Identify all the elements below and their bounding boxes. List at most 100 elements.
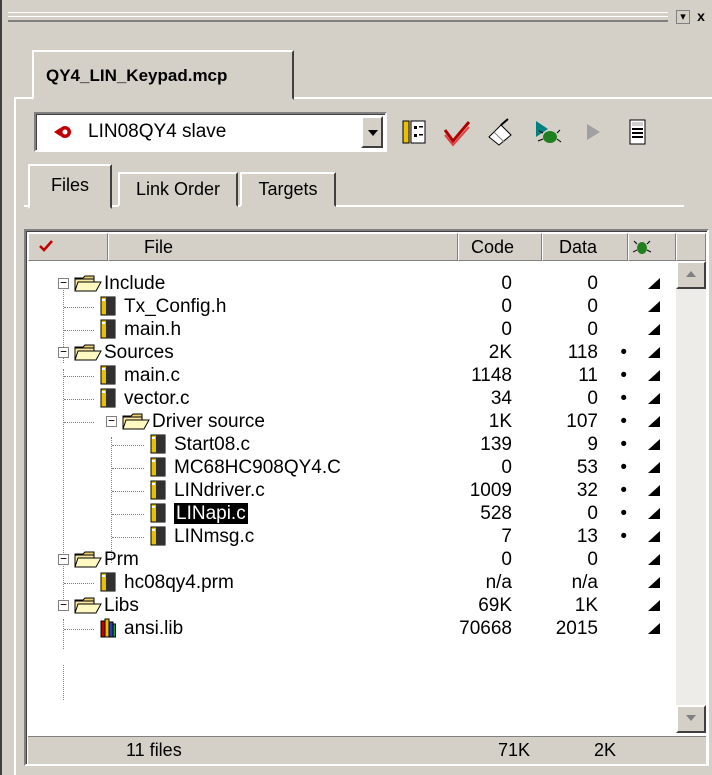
close-button[interactable]: x: [694, 9, 708, 24]
tree-line: [63, 665, 64, 700]
row-code: 528: [480, 503, 512, 524]
tab-files-label: Files: [50, 175, 89, 195]
row-name: ansi.lib: [124, 618, 184, 639]
collapse-icon[interactable]: −: [58, 553, 69, 565]
tree-row[interactable]: main.c 1148 11 •: [52, 365, 672, 387]
row-menu-icon[interactable]: [648, 577, 661, 589]
row-data: 0: [587, 503, 598, 524]
check-syntax-icon[interactable]: [442, 117, 472, 147]
tab-files[interactable]: Files: [28, 164, 112, 209]
file-icon: [100, 319, 116, 339]
tree-row[interactable]: − Sources 2K 118 •: [52, 342, 672, 364]
row-code: 7: [501, 526, 512, 547]
tree-row[interactable]: LINdriver.c 1009 32 •: [52, 480, 672, 502]
row-code: 1148: [471, 365, 512, 386]
tree-row[interactable]: hc08qy4.prm n/a n/a: [52, 572, 672, 594]
row-menu-icon[interactable]: [648, 301, 661, 313]
row-name: Sources: [104, 342, 174, 363]
tab-targets[interactable]: Targets: [240, 172, 336, 207]
tree-row-selected[interactable]: LINapi.c 528 0 •: [52, 503, 672, 525]
row-data: 107: [566, 411, 598, 432]
row-menu-icon[interactable]: [648, 600, 661, 612]
row-name: MC68HC908QY4.C: [174, 457, 341, 478]
row-dot: •: [620, 526, 627, 547]
row-menu-icon[interactable]: [648, 508, 661, 520]
tree-row[interactable]: main.h 0 0: [52, 319, 672, 341]
folder-icon: [74, 344, 102, 361]
tree-row[interactable]: − Driver source 1K 107 •: [52, 411, 672, 433]
row-data: 9: [587, 434, 598, 455]
row-data: n/a: [571, 572, 598, 593]
column-data-label: Data: [559, 237, 598, 257]
row-menu-icon[interactable]: [648, 370, 661, 382]
row-code: 0: [501, 549, 512, 570]
row-code: 34: [490, 388, 512, 409]
row-menu-icon[interactable]: [648, 623, 661, 635]
row-menu-icon[interactable]: [648, 554, 661, 566]
row-name: Tx_Config.h: [124, 296, 227, 317]
row-name: LINmsg.c: [174, 526, 255, 547]
row-menu-icon[interactable]: [648, 393, 661, 405]
row-data: 118: [567, 342, 598, 363]
window-grip[interactable]: [8, 12, 668, 22]
column-header-code[interactable]: Code: [458, 233, 542, 261]
row-menu-icon[interactable]: [648, 324, 661, 336]
tree-row[interactable]: LINmsg.c 7 13 •: [52, 526, 672, 548]
collapse-icon[interactable]: −: [58, 599, 69, 611]
row-menu-icon[interactable]: [648, 347, 661, 359]
debug-icon[interactable]: [532, 117, 562, 147]
column-header-data[interactable]: Data: [542, 233, 628, 261]
minimize-button[interactable]: ▾: [676, 10, 690, 24]
tree-row[interactable]: − Prm 0 0: [52, 549, 672, 571]
column-file-label: File: [144, 237, 174, 257]
tab-targets-label: Targets: [258, 179, 318, 199]
row-menu-icon[interactable]: [648, 531, 661, 543]
chevron-down-icon[interactable]: [361, 116, 383, 148]
tree-row[interactable]: Tx_Config.h 0 0: [52, 296, 672, 318]
tree-row[interactable]: vector.c 34 0 •: [52, 388, 672, 410]
row-dot: •: [620, 457, 627, 478]
row-name: Prm: [104, 549, 139, 570]
target-label: LIN08QY4 slave: [88, 121, 227, 142]
row-data: 2015: [555, 618, 598, 639]
column-header-debug[interactable]: [628, 233, 676, 261]
row-dot: •: [620, 388, 627, 409]
row-menu-icon[interactable]: [648, 439, 661, 451]
row-code: 0: [501, 457, 512, 478]
file-icon: [150, 434, 166, 454]
row-name: Include: [104, 273, 166, 294]
run-icon[interactable]: [578, 117, 608, 147]
tree-row[interactable]: Start08.c 139 9 •: [52, 434, 672, 456]
tree-row[interactable]: − Include 0 0: [52, 273, 672, 295]
vertical-scrollbar[interactable]: [676, 261, 706, 733]
tree-row[interactable]: ansi.lib 70668 2015: [52, 618, 672, 640]
project-tab[interactable]: QY4_LIN_Keypad.mcp: [32, 50, 294, 100]
target-select[interactable]: LIN08QY4 slave: [34, 112, 387, 152]
column-header-file[interactable]: File: [108, 233, 458, 261]
collapse-icon[interactable]: −: [58, 277, 69, 289]
collapse-icon[interactable]: −: [106, 415, 117, 427]
project-tab-label: QY4_LIN_Keypad.mcp: [46, 66, 228, 85]
project-window: ▾ x QY4_LIN_Keypad.mcp LIN08QY4 slave Fi…: [0, 0, 712, 775]
column-header-check[interactable]: [28, 233, 108, 261]
collapse-icon[interactable]: −: [58, 346, 69, 358]
row-name: main.c: [124, 365, 180, 386]
project-inspector-icon[interactable]: [622, 117, 652, 147]
row-code: 0: [501, 319, 512, 340]
row-code: 0: [501, 273, 512, 294]
row-menu-icon[interactable]: [648, 278, 661, 290]
scroll-down-button[interactable]: [676, 705, 706, 733]
row-menu-icon[interactable]: [648, 485, 661, 497]
compile-icon[interactable]: [486, 117, 516, 147]
row-menu-icon[interactable]: [648, 462, 661, 474]
row-name: vector.c: [124, 388, 190, 409]
file-icon: [150, 503, 166, 523]
folder-icon: [74, 275, 102, 292]
row-menu-icon[interactable]: [648, 416, 661, 428]
tree-row[interactable]: − Libs 69K 1K: [52, 595, 672, 617]
tab-link-order[interactable]: Link Order: [118, 172, 238, 207]
scroll-up-button[interactable]: [676, 261, 706, 289]
tree-row[interactable]: MC68HC908QY4.C 0 53 •: [52, 457, 672, 479]
target-settings-icon[interactable]: [399, 117, 429, 147]
row-name: LINapi.c: [174, 503, 248, 524]
